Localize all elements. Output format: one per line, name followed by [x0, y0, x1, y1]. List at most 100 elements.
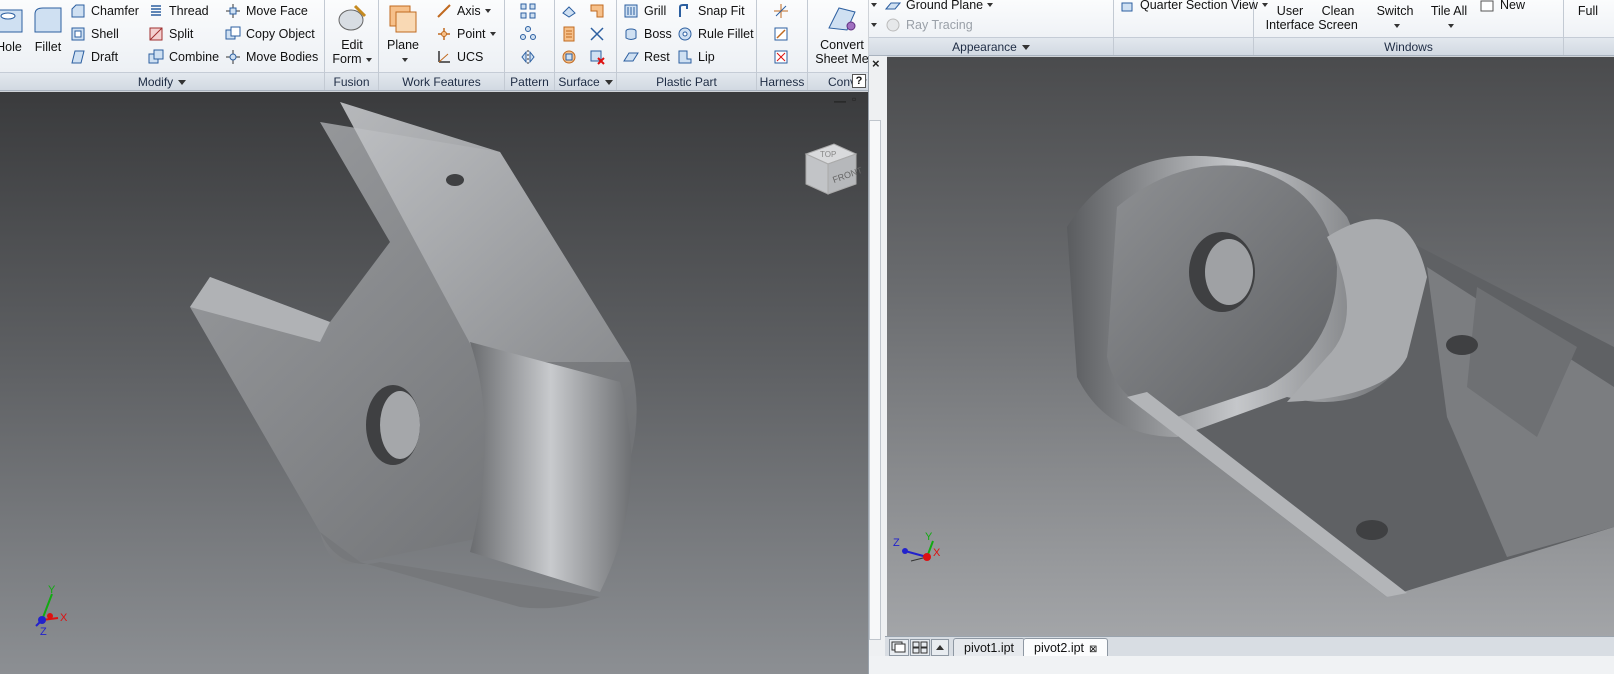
move-face-button[interactable]: Move Face — [225, 0, 308, 21]
hole-button[interactable]: Hole — [0, 4, 26, 54]
copy-object-button[interactable]: Copy Object — [225, 23, 315, 44]
mirror-button[interactable] — [520, 46, 541, 67]
chevron-down-icon — [871, 22, 877, 27]
chevron-down-icon — [1021, 45, 1030, 51]
convert-sheet-metal-button[interactable]: Convert Sheet Me — [814, 2, 870, 66]
cascade-windows-button[interactable] — [889, 639, 909, 656]
thread-button[interactable]: Thread — [148, 0, 209, 21]
chevron-up-icon — [936, 645, 944, 650]
trim-icon — [589, 26, 605, 42]
full-screen-button[interactable]: Full — [1568, 4, 1608, 18]
chamfer-icon — [70, 3, 86, 19]
plane-button[interactable]: Plane — [383, 2, 423, 66]
thread-label: Thread — [169, 3, 209, 18]
axis-button[interactable]: Axis — [436, 0, 491, 21]
move-bodies-button[interactable]: Move Bodies — [225, 46, 318, 67]
split-button[interactable]: Split — [148, 23, 193, 44]
graphics-window-pivot1[interactable]: FRONT TOP — ▫ X Y Z — [0, 92, 868, 674]
harness-split-icon — [773, 49, 789, 65]
tab-pivot2[interactable]: pivot2.ipt ⊠ — [1023, 638, 1109, 657]
quarter-section-label: Quarter Section View — [1140, 0, 1258, 12]
edit-form-button[interactable]: Edit Form — [329, 2, 375, 66]
axis-z-label: Z — [40, 626, 47, 638]
combine-label: Combine — [169, 49, 220, 64]
combine-button[interactable]: Combine — [148, 46, 219, 67]
group-label-surface[interactable]: Surface — [555, 72, 616, 90]
axis-x-label: X — [60, 612, 68, 624]
shell-button[interactable]: Shell — [70, 23, 119, 44]
point-icon — [436, 26, 452, 42]
trim-button[interactable] — [589, 23, 610, 44]
group-label-plastic-part: Plastic Part — [617, 72, 756, 90]
snap-fit-button[interactable]: Snap Fit — [677, 0, 745, 21]
plastic-part-label: Plastic Part — [656, 75, 717, 89]
axis-icon — [436, 3, 452, 19]
fillet-label: Fillet — [34, 40, 62, 54]
move-bodies-icon — [225, 49, 241, 65]
fillet-button[interactable]: Fillet — [30, 4, 66, 54]
group-windows: User Interface Clean Screen Switch Tile … — [1254, 0, 1564, 55]
lip-button[interactable]: Lip — [677, 46, 715, 67]
clean-screen-button[interactable]: Clean Screen — [1316, 4, 1360, 32]
delete-face-button[interactable] — [589, 46, 610, 67]
grill-button[interactable]: Grill — [623, 0, 666, 21]
modify-label: Modify — [137, 75, 174, 89]
circular-pattern-button[interactable] — [520, 23, 541, 44]
close-icon[interactable]: × — [872, 56, 880, 71]
harness-point-button[interactable] — [773, 0, 794, 21]
tile-all-button[interactable]: Tile All — [1424, 4, 1474, 32]
move-face-icon — [225, 3, 241, 19]
sculpt-icon — [561, 26, 577, 42]
grill-icon — [623, 3, 639, 19]
grill-label: Grill — [644, 3, 667, 18]
close-tab-icon[interactable]: ⊠ — [1089, 644, 1097, 655]
rest-button[interactable]: Rest — [623, 46, 670, 67]
windows-label: Windows — [1384, 40, 1433, 54]
graphics-window-pivot2[interactable]: X Y Z — [887, 57, 1614, 637]
edit-form-icon — [338, 4, 367, 31]
ray-tracing-button[interactable]: Ray Tracing — [869, 14, 973, 35]
tab-menu-button[interactable] — [931, 639, 949, 656]
chamfer-button[interactable]: Chamfer — [70, 0, 139, 21]
move-bodies-label: Move Bodies — [246, 49, 319, 64]
thread-icon — [148, 3, 164, 19]
minimize-button[interactable]: — — [834, 94, 846, 108]
viewcube[interactable]: FRONT TOP — [800, 140, 864, 198]
ground-plane-button[interactable]: Ground Plane — [869, 0, 994, 15]
new-window-label: New — [1500, 0, 1526, 12]
thicken-button[interactable] — [561, 0, 582, 21]
restore-button[interactable]: ▫ — [852, 92, 856, 106]
replace-face-button[interactable] — [561, 46, 582, 67]
chevron-down-icon — [987, 2, 994, 7]
full-screen-label: Full — [1577, 4, 1599, 18]
mirror-icon — [520, 49, 536, 65]
harness-split-button[interactable] — [773, 46, 794, 67]
rule-fillet-button[interactable]: Rule Fillet — [677, 23, 754, 44]
tab-pivot1[interactable]: pivot1.ipt — [953, 638, 1026, 657]
quarter-section-button[interactable]: Quarter Section View — [1119, 0, 1268, 15]
tile-windows-button[interactable] — [910, 639, 930, 656]
ucs-button[interactable]: UCS — [436, 46, 483, 67]
sculpt-button[interactable] — [561, 23, 582, 44]
new-window-button[interactable]: New — [1479, 0, 1525, 15]
stitch-icon — [589, 3, 605, 19]
group-label-modify[interactable]: Modify — [0, 72, 324, 90]
boss-button[interactable]: Boss — [623, 23, 672, 44]
harness-connector-button[interactable] — [773, 23, 794, 44]
pattern-label: Pattern — [510, 75, 549, 89]
scrollbar[interactable] — [869, 120, 881, 640]
fillet-icon — [34, 7, 62, 33]
group-label-appearance[interactable]: Appearance — [869, 37, 1113, 55]
axis-y-label-right: Y — [925, 531, 933, 543]
switch-button[interactable]: Switch — [1372, 4, 1418, 32]
stitch-button[interactable] — [589, 0, 610, 21]
draft-button[interactable]: Draft — [70, 46, 118, 67]
replace-face-icon — [561, 49, 577, 65]
circular-pattern-icon — [520, 25, 536, 42]
help-button[interactable]: ? — [852, 74, 866, 88]
rest-icon — [623, 49, 639, 65]
rectangular-pattern-button[interactable] — [520, 0, 541, 21]
snap-fit-label: Snap Fit — [698, 3, 745, 18]
point-button[interactable]: Point — [436, 23, 496, 44]
split-label: Split — [169, 26, 194, 41]
